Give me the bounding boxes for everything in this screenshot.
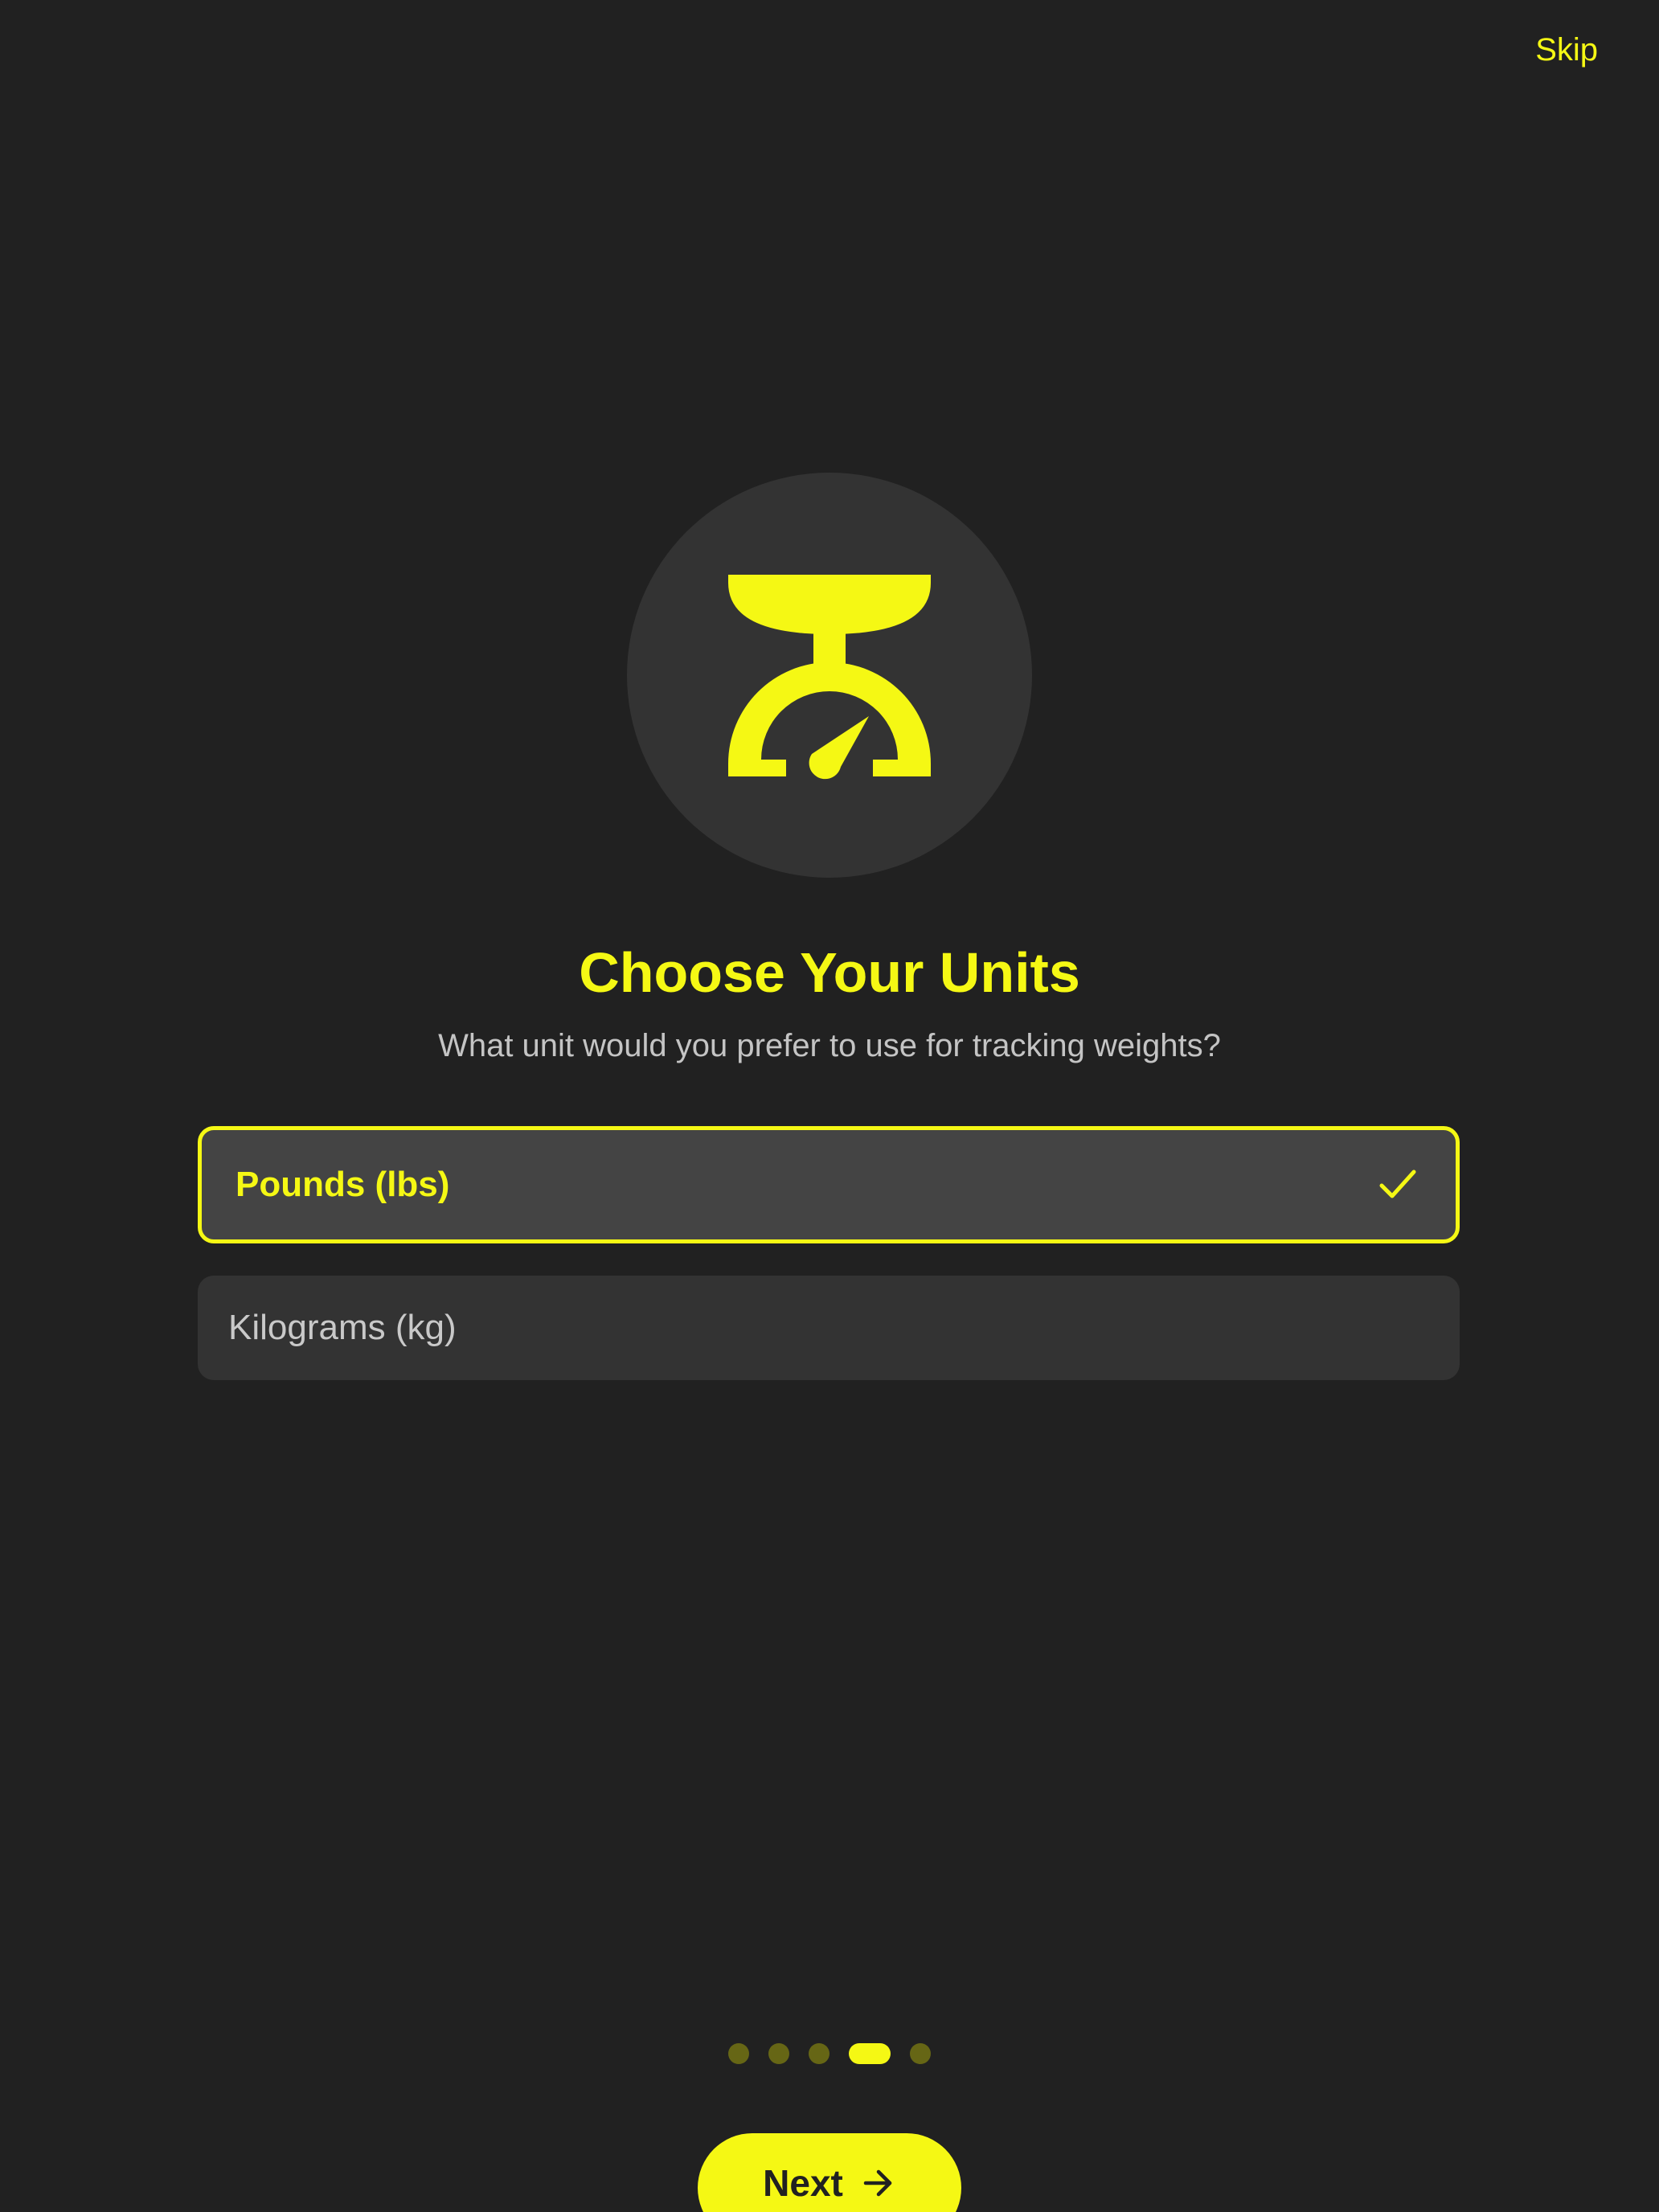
scale-icon — [728, 575, 931, 780]
option-pounds-label: Pounds (lbs) — [236, 1165, 450, 1204]
option-kilograms[interactable]: Kilograms (kg) — [198, 1276, 1460, 1380]
page-dot-3[interactable] — [809, 2043, 830, 2064]
onboarding-screen: Skip Choose Your Units What unit would y… — [0, 0, 1659, 2212]
page-indicator — [0, 2042, 1659, 2065]
page-dot-2[interactable] — [768, 2043, 789, 2064]
checkmark-icon — [1379, 1169, 1416, 1198]
next-button[interactable]: Next — [698, 2133, 961, 2212]
page-dot-1[interactable] — [728, 2043, 749, 2064]
page-subtitle: What unit would you prefer to use for tr… — [438, 1028, 1221, 1063]
next-button-label: Next — [763, 2162, 843, 2204]
page-title: Choose Your Units — [579, 941, 1080, 1004]
page-dot-5[interactable] — [910, 2043, 931, 2064]
arrow-right-icon — [863, 2169, 892, 2197]
page-dot-4-active[interactable] — [849, 2043, 891, 2064]
option-pounds[interactable]: Pounds (lbs) — [198, 1126, 1460, 1243]
option-kilograms-label: Kilograms (kg) — [228, 1308, 457, 1347]
skip-button[interactable]: Skip — [1535, 32, 1598, 68]
icon-circle — [627, 473, 1032, 878]
